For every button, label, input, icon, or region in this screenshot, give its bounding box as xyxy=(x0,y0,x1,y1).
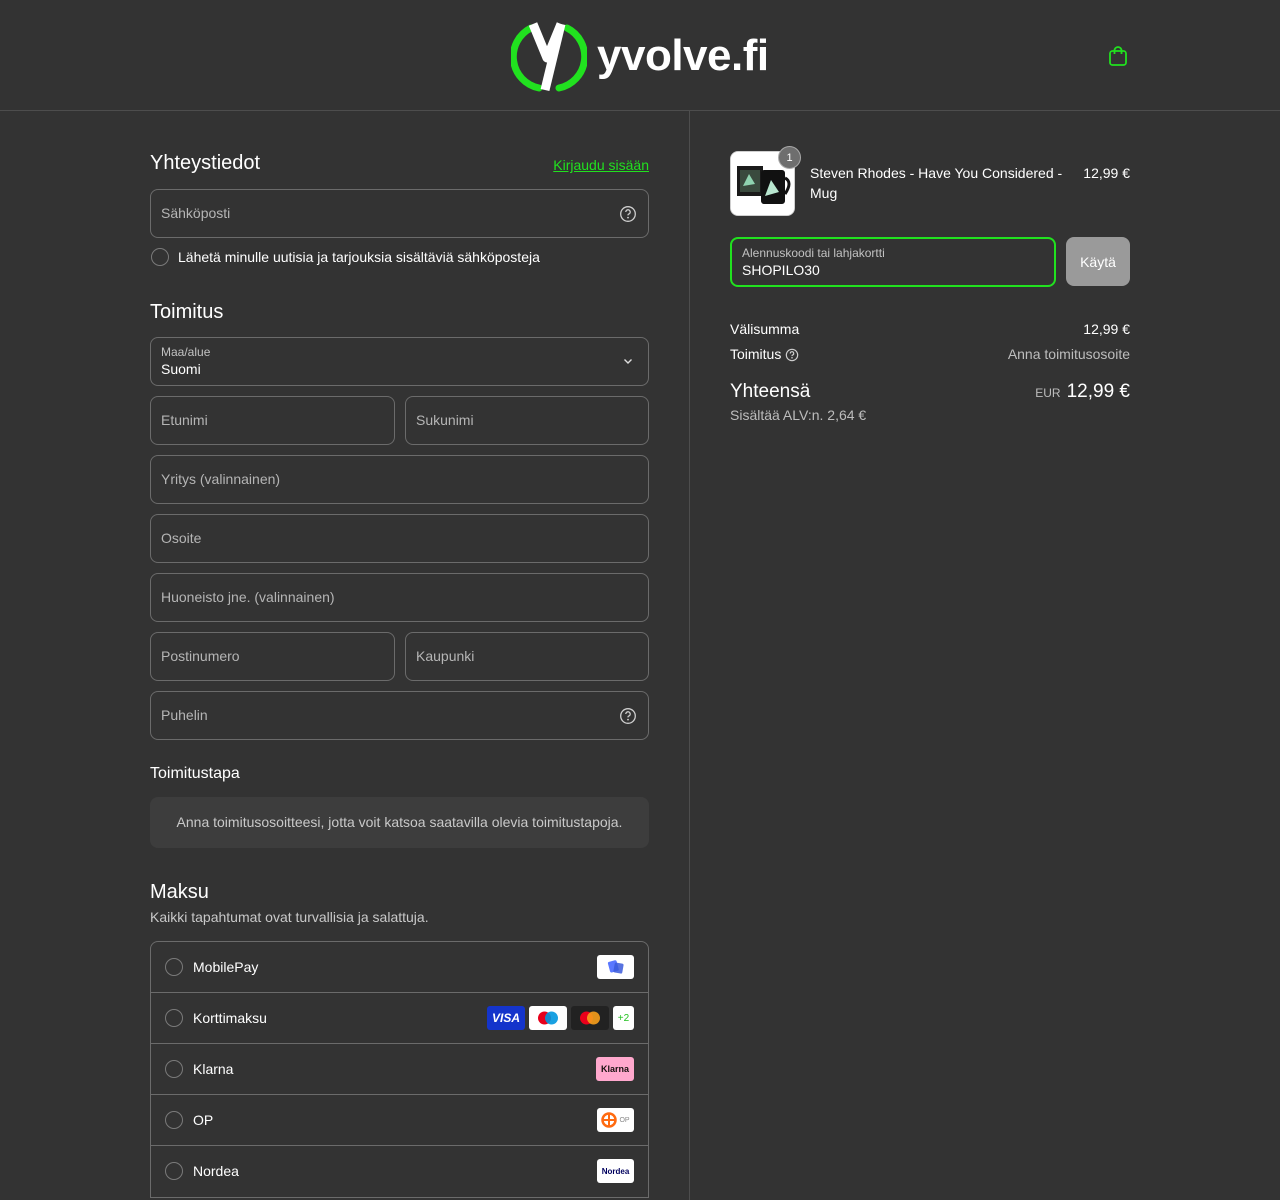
apply-discount-button[interactable]: Käytä xyxy=(1066,237,1130,286)
newsletter-checkbox[interactable] xyxy=(151,248,169,266)
payment-label: Nordea xyxy=(193,1163,239,1179)
klarna-icon: Klarna xyxy=(596,1057,634,1081)
mobilepay-icon xyxy=(597,955,634,979)
brand-name: yvolve.fi xyxy=(597,31,769,80)
newsletter-label: Lähetä minulle uutisia ja tarjouksia sis… xyxy=(178,249,540,265)
payment-radio[interactable] xyxy=(165,1111,183,1129)
payment-radio[interactable] xyxy=(165,1060,183,1078)
apartment-field[interactable]: Huoneisto jne. (valinnainen) xyxy=(150,573,649,622)
contact-heading: Yhteystiedot xyxy=(150,152,261,174)
city-placeholder: Kaupunki xyxy=(416,648,475,664)
postal-code-placeholder: Postinumero xyxy=(161,648,240,664)
shipping-label: Toimitus xyxy=(730,346,782,362)
help-icon[interactable] xyxy=(785,348,799,362)
delivery-heading: Toimitus xyxy=(150,301,224,323)
brand-logo[interactable]: yvolve.fi xyxy=(511,18,771,94)
mastercard-icon xyxy=(571,1006,609,1030)
last-name-field[interactable]: Sukunimi xyxy=(405,396,649,445)
payment-radio[interactable] xyxy=(165,1162,183,1180)
payment-label: MobilePay xyxy=(193,959,259,975)
payment-radio[interactable] xyxy=(165,1009,183,1027)
first-name-field[interactable]: Etunimi xyxy=(150,396,395,445)
discount-label: Alennuskoodi tai lahjakortti xyxy=(742,246,885,260)
help-icon[interactable] xyxy=(619,205,637,223)
payment-option-op[interactable]: OP OP xyxy=(151,1095,648,1146)
discount-code-input[interactable]: Alennuskoodi tai lahjakortti SHOPILO30 xyxy=(730,237,1056,287)
shopping-bag-icon[interactable] xyxy=(1106,44,1130,68)
help-icon[interactable] xyxy=(619,707,637,725)
product-name: Steven Rhodes - Have You Considered - Mu… xyxy=(810,165,1063,201)
company-placeholder: Yritys (valinnainen) xyxy=(161,471,281,487)
chevron-down-icon xyxy=(624,359,632,364)
product-price: 12,99 € xyxy=(1083,165,1130,181)
payment-option-mobilepay[interactable]: MobilePay xyxy=(151,942,648,993)
email-placeholder: Sähköposti xyxy=(161,205,231,221)
payment-radio[interactable] xyxy=(165,958,183,976)
quantity-badge: 1 xyxy=(778,146,801,169)
total-value: 12,99 € xyxy=(1066,381,1130,402)
header: yvolve.fi xyxy=(0,0,1280,111)
address-placeholder: Osoite xyxy=(161,530,202,546)
phone-placeholder: Puhelin xyxy=(161,707,208,723)
email-field[interactable]: Sähköposti xyxy=(150,189,649,238)
shipping-method-heading: Toimitustapa xyxy=(150,765,240,782)
company-field[interactable]: Yritys (valinnainen) xyxy=(150,455,649,504)
payment-method-list: MobilePay Korttimaksu VISA +2 Klarna Kla… xyxy=(150,941,649,1198)
address-field[interactable]: Osoite xyxy=(150,514,649,563)
payment-option-nordea[interactable]: Nordea Nordea xyxy=(151,1146,648,1197)
maestro-icon xyxy=(529,1006,567,1030)
shipping-method-notice: Anna toimitusosoitteesi, jotta voit kats… xyxy=(150,797,649,848)
payment-option-klarna[interactable]: Klarna Klarna xyxy=(151,1044,648,1095)
payment-heading: Maksu xyxy=(150,881,209,903)
login-link[interactable]: Kirjaudu sisään xyxy=(553,157,649,173)
payment-subtitle: Kaikki tapahtumat ovat turvallisia ja sa… xyxy=(150,909,429,925)
country-select[interactable]: Maa/alue Suomi xyxy=(150,337,649,386)
payment-label: Korttimaksu xyxy=(193,1010,267,1026)
country-label: Maa/alue xyxy=(161,345,211,359)
nordea-icon: Nordea xyxy=(597,1159,634,1183)
discount-value: SHOPILO30 xyxy=(742,262,820,278)
yvolve-logo-icon xyxy=(511,22,587,92)
more-cards-badge: +2 xyxy=(613,1006,634,1030)
apartment-placeholder: Huoneisto jne. (valinnainen) xyxy=(161,589,335,605)
phone-field[interactable]: Puhelin xyxy=(150,691,649,740)
subtotal-label: Välisumma xyxy=(730,321,800,337)
total-label: Yhteensä xyxy=(730,381,811,402)
first-name-placeholder: Etunimi xyxy=(161,412,208,428)
payment-label: Klarna xyxy=(193,1061,234,1077)
postal-code-field[interactable]: Postinumero xyxy=(150,632,395,681)
city-field[interactable]: Kaupunki xyxy=(405,632,649,681)
subtotal-value: 12,99 € xyxy=(1083,321,1130,337)
vat-note: Sisältää ALV:n. 2,64 € xyxy=(730,407,867,423)
country-value: Suomi xyxy=(161,361,201,377)
total-currency: EUR xyxy=(1035,386,1061,400)
payment-option-card[interactable]: Korttimaksu VISA +2 xyxy=(151,993,648,1044)
shipping-value: Anna toimitusosoite xyxy=(1007,346,1130,362)
visa-icon: VISA xyxy=(487,1006,525,1030)
column-divider xyxy=(689,111,690,1200)
last-name-placeholder: Sukunimi xyxy=(416,412,474,428)
payment-label: OP xyxy=(193,1112,214,1128)
op-badge-text: OP xyxy=(619,1116,630,1124)
op-icon: OP xyxy=(597,1108,634,1132)
